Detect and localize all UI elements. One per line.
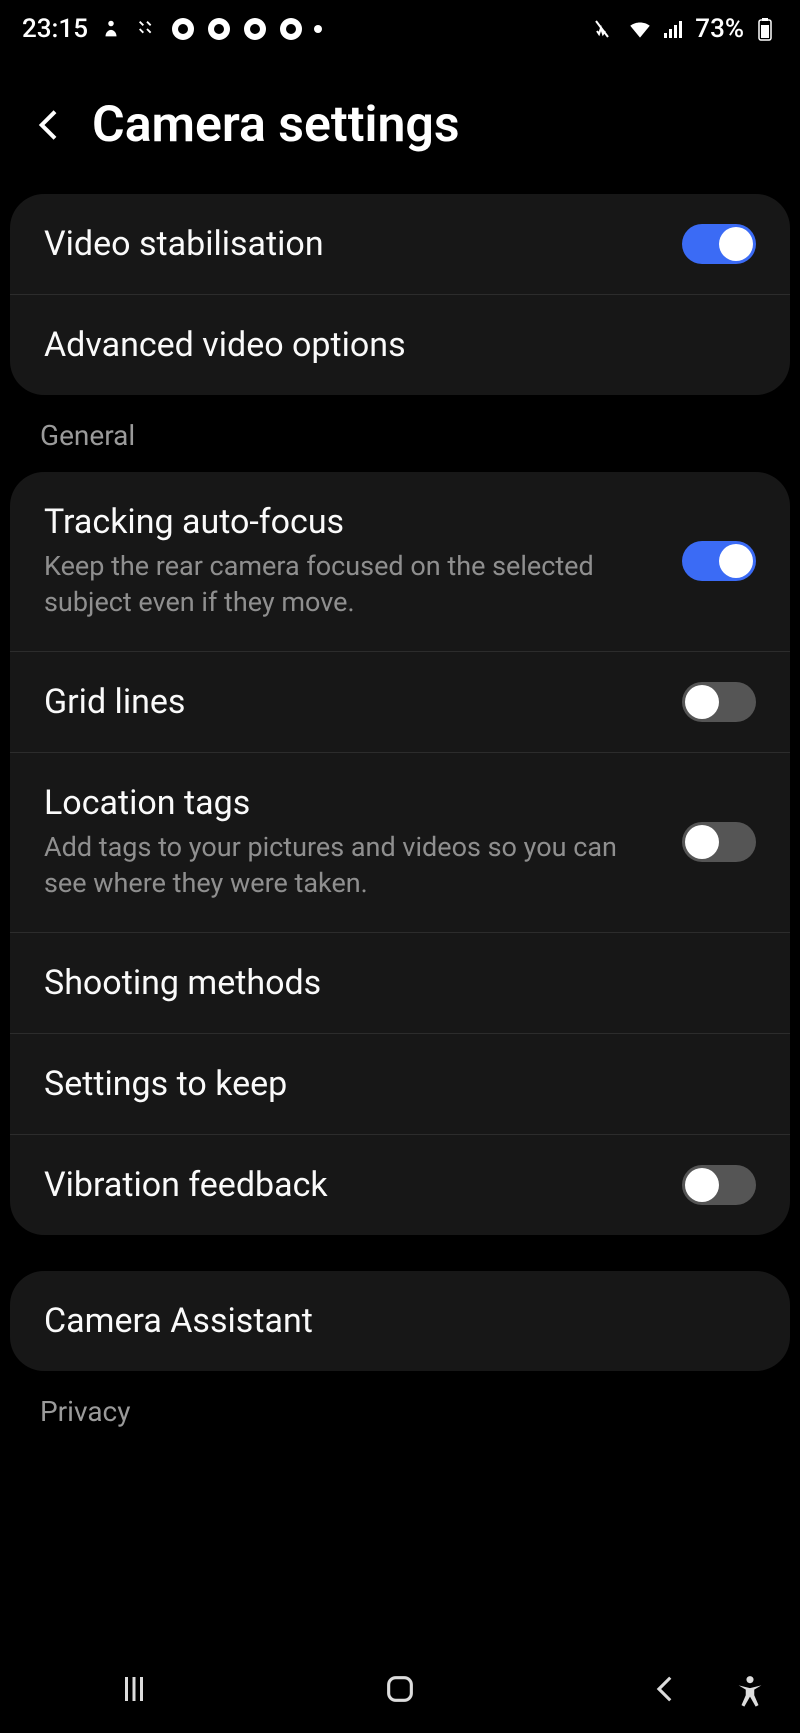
signal-icon [661, 16, 687, 42]
chrome-icon [206, 16, 232, 42]
row-description: Keep the rear camera focused on the sele… [44, 548, 662, 621]
row-label: Grid lines [44, 682, 662, 722]
tracking-autofocus-toggle[interactable] [682, 541, 756, 581]
back-button[interactable] [30, 105, 70, 145]
location-tags-toggle[interactable] [682, 822, 756, 862]
home-button[interactable] [376, 1665, 424, 1713]
vibrate-icon [593, 16, 619, 42]
row-label: Shooting methods [44, 963, 736, 1003]
settings-group: Tracking auto-focus Keep the rear camera… [10, 472, 790, 1235]
accessibility-button[interactable] [728, 1669, 772, 1713]
row-label: Location tags [44, 783, 662, 823]
chevron-left-icon [649, 1672, 683, 1706]
status-time: 23:15 [22, 14, 88, 44]
location-tags-row[interactable]: Location tags Add tags to your pictures … [10, 752, 790, 932]
chrome-icon [170, 16, 196, 42]
home-icon [383, 1672, 417, 1706]
app-icon [134, 16, 160, 42]
vibration-feedback-row[interactable]: Vibration feedback [10, 1134, 790, 1235]
section-header-privacy: Privacy [0, 1371, 800, 1448]
nav-back-button[interactable] [642, 1665, 690, 1713]
status-bar: 23:15 73% [0, 0, 800, 52]
video-stabilisation-toggle[interactable] [682, 224, 756, 264]
row-label: Tracking auto-focus [44, 502, 662, 542]
row-label: Video stabilisation [44, 224, 662, 264]
app-icon [98, 16, 124, 42]
row-label: Vibration feedback [44, 1165, 662, 1205]
camera-assistant-row[interactable]: Camera Assistant [10, 1271, 790, 1371]
chrome-icon [278, 16, 304, 42]
shooting-methods-row[interactable]: Shooting methods [10, 932, 790, 1033]
accessibility-icon [733, 1674, 767, 1708]
row-label: Camera Assistant [44, 1301, 736, 1341]
section-header-general: General [0, 395, 800, 472]
chevron-left-icon [30, 105, 70, 145]
advanced-video-options-row[interactable]: Advanced video options [10, 294, 790, 395]
grid-lines-toggle[interactable] [682, 682, 756, 722]
settings-to-keep-row[interactable]: Settings to keep [10, 1033, 790, 1134]
row-description: Add tags to your pictures and videos so … [44, 829, 662, 902]
page-title: Camera settings [92, 96, 460, 154]
battery-percent: 73% [695, 14, 744, 44]
settings-group: Camera Assistant [10, 1271, 790, 1371]
grid-lines-row[interactable]: Grid lines [10, 651, 790, 752]
chrome-icon [242, 16, 268, 42]
row-label: Settings to keep [44, 1064, 736, 1104]
recents-icon [116, 1671, 152, 1707]
vibration-feedback-toggle[interactable] [682, 1165, 756, 1205]
row-label: Advanced video options [44, 325, 736, 365]
more-notifications-dot [314, 25, 322, 33]
settings-group: Video stabilisation Advanced video optio… [10, 194, 790, 395]
battery-icon [752, 16, 778, 42]
navigation-bar [0, 1645, 800, 1733]
video-stabilisation-row[interactable]: Video stabilisation [10, 194, 790, 294]
tracking-autofocus-row[interactable]: Tracking auto-focus Keep the rear camera… [10, 472, 790, 651]
recents-button[interactable] [110, 1665, 158, 1713]
wifi-icon [627, 16, 653, 42]
